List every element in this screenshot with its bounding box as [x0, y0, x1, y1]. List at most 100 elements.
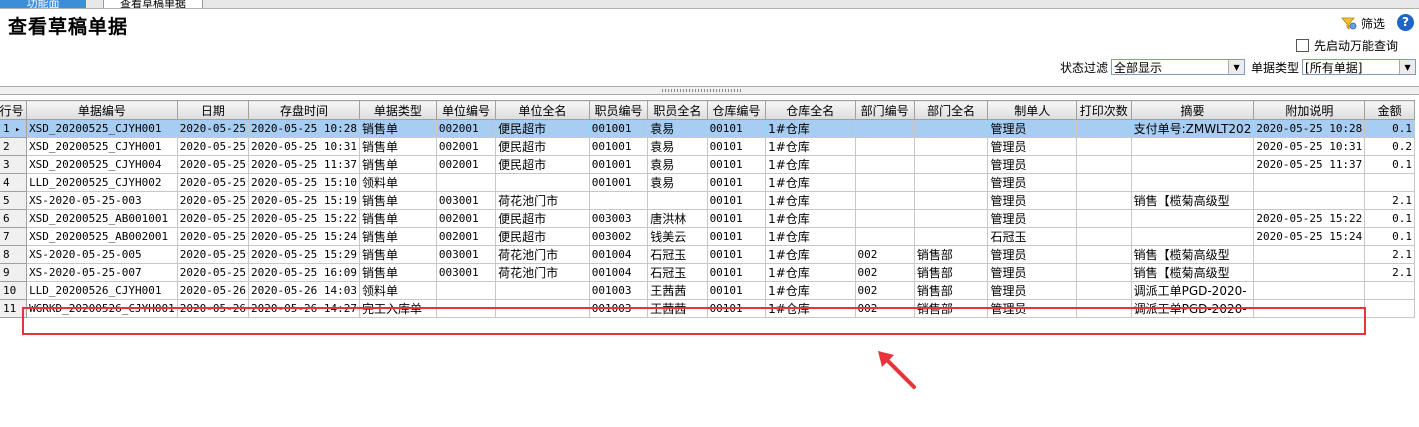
column-header[interactable]: 日期 — [176, 100, 250, 120]
row-number[interactable]: 2 — [0, 137, 28, 156]
table-cell[interactable] — [1364, 281, 1415, 300]
table-cell[interactable]: 销售单 — [358, 227, 437, 246]
table-row[interactable]: 5 XS-2020-05-25-003 2020-05-25 2020-05-25 1… — [0, 191, 1415, 210]
filter-button[interactable]: 筛选 — [1341, 14, 1385, 32]
table-cell[interactable]: 1#仓库 — [765, 227, 856, 246]
table-cell[interactable] — [854, 209, 915, 228]
table-cell[interactable]: 管理员 — [987, 281, 1078, 300]
table-cell[interactable] — [1253, 281, 1366, 300]
table-cell[interactable]: 00101 — [706, 299, 767, 318]
table-cell[interactable]: 2020-05-25 — [176, 155, 250, 174]
table-cell[interactable]: 便民超市 — [495, 155, 590, 174]
table-row[interactable]: 11 WGRKD_20200526_CJYH001 2020-05-26 2020-0… — [0, 299, 1415, 318]
table-cell[interactable] — [913, 173, 989, 192]
table-cell[interactable]: 管理员 — [987, 245, 1078, 264]
table-cell[interactable]: 00101 — [706, 209, 767, 228]
table-cell[interactable]: 1#仓库 — [765, 245, 856, 264]
table-cell[interactable]: 2.1 — [1364, 263, 1415, 282]
table-cell[interactable]: 销售单 — [358, 245, 437, 264]
table-cell[interactable] — [854, 119, 915, 138]
table-cell[interactable]: 1#仓库 — [765, 263, 856, 282]
table-cell[interactable]: XSD_20200525_AB001001 — [26, 209, 178, 228]
tab-function-panel[interactable]: 功能面 — [0, 0, 86, 8]
table-cell[interactable] — [854, 191, 915, 210]
table-cell[interactable]: 唐洪林 — [647, 209, 708, 228]
table-cell[interactable] — [435, 299, 497, 318]
table-cell[interactable] — [1076, 281, 1132, 300]
table-cell[interactable] — [1130, 227, 1255, 246]
table-cell[interactable]: 2020-05-25 15:10 — [248, 173, 360, 192]
table-cell[interactable] — [1076, 119, 1132, 138]
table-cell[interactable]: 销售部 — [913, 245, 989, 264]
table-cell[interactable]: 001001 — [588, 137, 649, 156]
column-header[interactable]: 金额 — [1364, 100, 1415, 120]
status-filter-select[interactable]: 全部显示 ▼ — [1111, 59, 1246, 75]
table-cell[interactable]: 支付单号:ZMWLT202 — [1130, 119, 1255, 138]
table-cell[interactable]: 002001 — [435, 227, 497, 246]
table-cell[interactable]: 2020-05-26 14:27 — [248, 299, 360, 318]
table-cell[interactable] — [1130, 173, 1255, 192]
table-cell[interactable]: LLD_20200525_CJYH002 — [26, 173, 178, 192]
table-cell[interactable]: 销售单 — [358, 209, 437, 228]
table-cell[interactable]: XSD_20200525_CJYH001 — [26, 119, 178, 138]
table-cell[interactable] — [1253, 191, 1366, 210]
table-cell[interactable]: 00101 — [706, 227, 767, 246]
table-cell[interactable]: 00101 — [706, 155, 767, 174]
table-cell[interactable] — [495, 173, 590, 192]
column-header[interactable]: 单据类型 — [358, 100, 437, 120]
tab-view-drafts[interactable]: 查看草稿单据 — [103, 0, 203, 8]
table-cell[interactable] — [1076, 191, 1132, 210]
table-cell[interactable] — [1076, 227, 1132, 246]
table-cell[interactable]: 003002 — [588, 227, 649, 246]
table-cell[interactable] — [1253, 263, 1366, 282]
table-cell[interactable]: 2020-05-25 15:24 — [248, 227, 360, 246]
table-cell[interactable]: 2020-05-25 16:09 — [248, 263, 360, 282]
table-row[interactable]: 8 XS-2020-05-25-005 2020-05-25 2020-05-25 1… — [0, 245, 1415, 264]
table-cell[interactable] — [1253, 245, 1366, 264]
table-cell[interactable] — [1076, 173, 1132, 192]
table-cell[interactable]: 销售部 — [913, 281, 989, 300]
table-cell[interactable]: 2020-05-25 15:29 — [248, 245, 360, 264]
table-cell[interactable]: 1#仓库 — [765, 299, 856, 318]
table-cell[interactable]: 1#仓库 — [765, 209, 856, 228]
table-cell[interactable]: 2020-05-25 15:24 — [1253, 227, 1366, 246]
table-cell[interactable]: 001003 — [588, 299, 649, 318]
table-cell[interactable]: 00101 — [706, 119, 767, 138]
row-number[interactable]: 1 ▸ — [0, 119, 28, 138]
table-cell[interactable]: 王茜茜 — [647, 299, 708, 318]
table-cell[interactable]: 002 — [854, 299, 915, 318]
column-header[interactable]: 部门编号 — [854, 100, 915, 120]
table-cell[interactable]: 荷花池门市 — [495, 245, 590, 264]
table-row[interactable]: 4 LLD_20200525_CJYH002 2020-05-25 2020-05-2… — [0, 173, 1415, 192]
table-cell[interactable]: 2020-05-25 — [176, 191, 250, 210]
table-cell[interactable]: 管理员 — [987, 137, 1078, 156]
table-cell[interactable] — [913, 155, 989, 174]
table-cell[interactable]: XSD_20200525_AB002001 — [26, 227, 178, 246]
table-row[interactable]: 3 XSD_20200525_CJYH004 2020-05-25 2020-05-2… — [0, 155, 1415, 174]
table-cell[interactable] — [1076, 137, 1132, 156]
table-cell[interactable]: 001003 — [588, 281, 649, 300]
table-cell[interactable]: 便民超市 — [495, 119, 590, 138]
table-cell[interactable]: 2020-05-25 11:37 — [1253, 155, 1366, 174]
table-cell[interactable] — [1076, 299, 1132, 318]
table-cell[interactable]: 便民超市 — [495, 137, 590, 156]
table-cell[interactable]: 销售部 — [913, 263, 989, 282]
row-number[interactable]: 8 — [0, 245, 28, 264]
column-header[interactable]: 职员编号 — [588, 100, 649, 120]
table-row[interactable]: 2 XSD_20200525_CJYH001 2020-05-25 2020-05-2… — [0, 137, 1415, 156]
table-cell[interactable]: 销售单 — [358, 191, 437, 210]
table-cell[interactable]: 2020-05-25 10:31 — [248, 137, 360, 156]
table-cell[interactable]: 00101 — [706, 173, 767, 192]
table-cell[interactable]: 2020-05-25 — [176, 209, 250, 228]
table-cell[interactable]: 2020-05-25 10:28 — [1253, 119, 1366, 138]
table-cell[interactable] — [1253, 299, 1366, 318]
table-cell[interactable]: 销售部 — [913, 299, 989, 318]
table-cell[interactable]: 0.1 — [1364, 209, 1415, 228]
chevron-down-icon[interactable]: ▼ — [1228, 60, 1245, 74]
table-cell[interactable]: 1#仓库 — [765, 155, 856, 174]
table-cell[interactable]: 完工入库单 — [358, 299, 437, 318]
table-cell[interactable]: 管理员 — [987, 263, 1078, 282]
table-cell[interactable]: 2020-05-25 — [176, 245, 250, 264]
table-cell[interactable]: 001001 — [588, 119, 649, 138]
table-cell[interactable]: 销售【榄菊高级型 — [1130, 245, 1255, 264]
